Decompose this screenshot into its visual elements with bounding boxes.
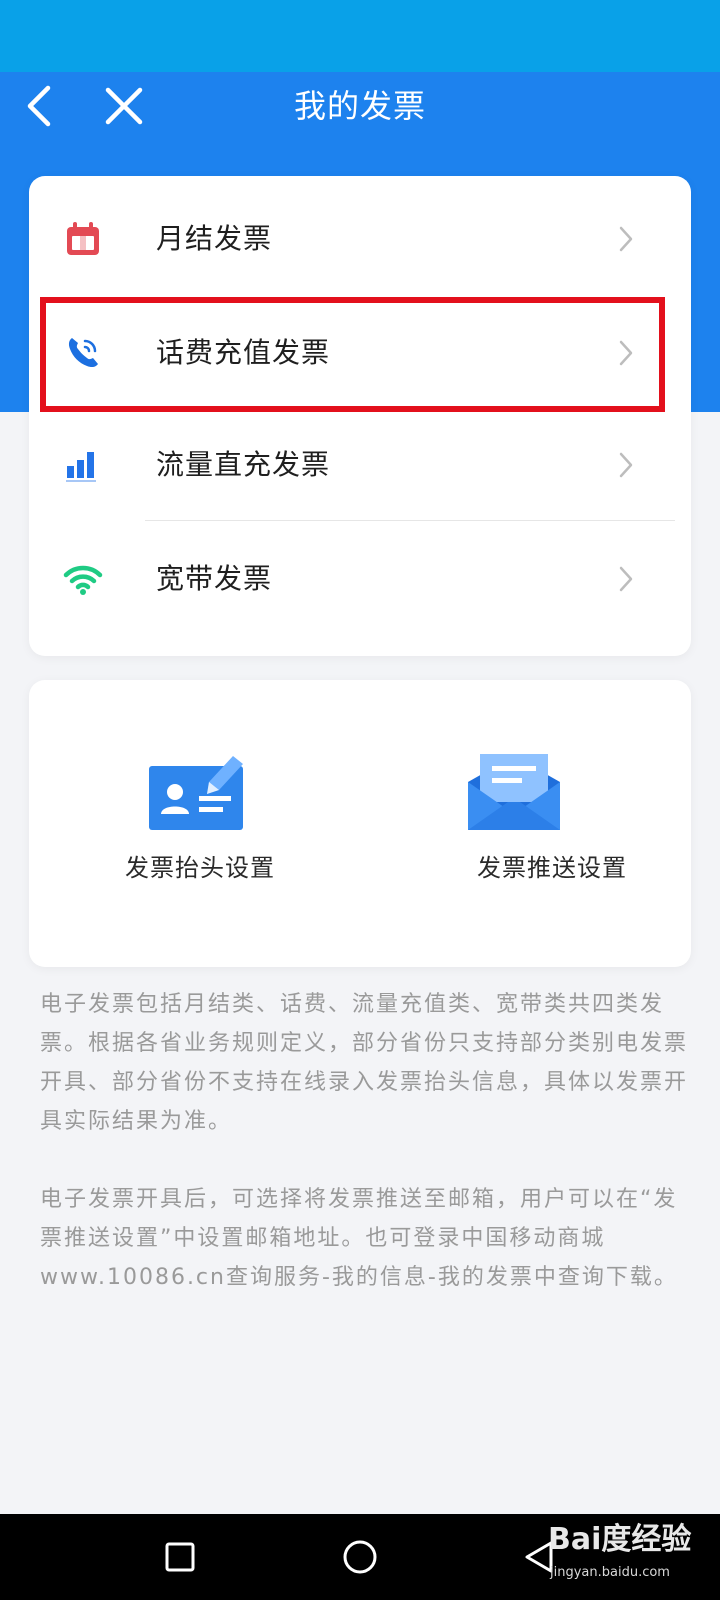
id-card-icon xyxy=(149,756,243,830)
recent-apps-button[interactable] xyxy=(157,1534,203,1580)
square-icon xyxy=(165,1542,195,1572)
invoice-type-list: 月结发票 话费充值发票 流量直充发票 宽带发票 xyxy=(29,176,691,656)
highlight-annotation xyxy=(40,297,665,412)
invoice-item-broadband[interactable]: 宽带发票 xyxy=(29,522,691,636)
note-paragraph: 电子发票开具后，可选择将发票推送至邮箱，用户可以在“发票推送设置”中设置邮箱地址… xyxy=(40,1187,678,1290)
home-button[interactable] xyxy=(337,1534,383,1580)
page-title: 我的发票 xyxy=(293,87,426,125)
invoice-push-settings-button[interactable]: 发票推送设置 xyxy=(360,680,691,967)
invoice-item-monthly[interactable]: 月结发票 xyxy=(29,182,691,296)
invoice-notes: 电子发票包括月结类、话费、流量充值类、宽带类共四类发票。根据各省业务规则定义，部… xyxy=(40,985,688,1297)
watermark: Bai度经验 jingyan.baidu.com xyxy=(542,1515,712,1585)
bar-chart-icon xyxy=(63,445,103,485)
watermark-logo-text: Bai度经验 xyxy=(548,1522,692,1557)
invoice-settings-panel: 发票抬头设置 发票推送设置 xyxy=(29,680,691,967)
note-paragraph: 电子发票包括月结类、话费、流量充值类、宽带类共四类发票。根据各省业务规则定义，部… xyxy=(40,992,689,1134)
invoice-item-data[interactable]: 流量直充发票 xyxy=(29,408,691,522)
status-bar xyxy=(0,0,720,72)
divider xyxy=(145,520,675,521)
invoice-title-settings-button[interactable]: 发票抬头设置 xyxy=(29,680,360,967)
invoice-title-settings-label: 发票抬头设置 xyxy=(125,854,275,882)
invoice-item-label: 月结发票 xyxy=(156,222,273,255)
invoice-item-label: 宽带发票 xyxy=(156,562,273,595)
chevron-right-icon xyxy=(609,562,643,596)
watermark-url: jingyan.baidu.com xyxy=(550,1565,670,1580)
invoice-push-settings-label: 发票推送设置 xyxy=(477,854,627,882)
envelope-icon xyxy=(468,754,560,830)
wifi-icon xyxy=(63,559,103,599)
invoice-item-label: 流量直充发票 xyxy=(156,448,331,481)
chevron-right-icon xyxy=(609,448,643,482)
chevron-right-icon xyxy=(609,222,643,256)
circle-icon xyxy=(343,1540,377,1574)
calendar-icon xyxy=(63,219,103,259)
